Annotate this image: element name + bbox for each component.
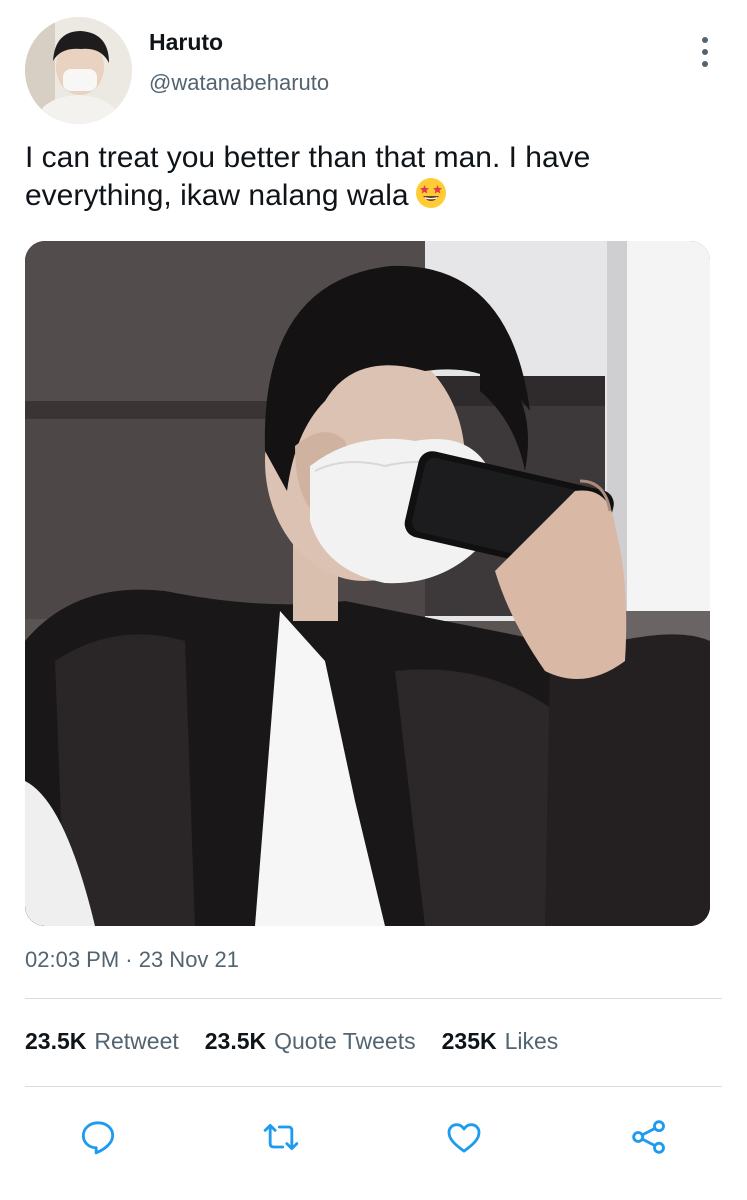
likes-label: Likes [504,1028,559,1054]
username-handle[interactable]: @watanabeharuto [149,70,329,96]
tweet-actions-bar [0,1112,747,1162]
tweet-photo[interactable] [25,241,710,926]
retweet-icon [263,1123,299,1151]
divider [25,998,722,999]
quote-tweets-count: 23.5K [204,1028,267,1054]
tweet-stats: 23.5K Retweet 23.5K Quote Tweets 235K Likes [25,1028,584,1055]
reply-icon [81,1121,115,1155]
reply-button[interactable] [73,1112,123,1162]
retweets-label: Retweet [94,1028,179,1054]
share-button[interactable] [624,1112,674,1162]
avatar[interactable] [25,17,132,124]
retweets-stat[interactable]: 23.5K Retweet [25,1028,179,1055]
likes-stat[interactable]: 235K Likes [442,1028,559,1055]
quote-tweets-label: Quote Tweets [274,1028,416,1054]
divider [25,1086,722,1087]
like-icon [447,1123,481,1153]
share-icon [632,1120,665,1154]
quote-tweets-stat[interactable]: 23.5K Quote Tweets [205,1028,416,1055]
retweets-count: 23.5K [25,1028,87,1054]
like-button[interactable] [439,1112,489,1162]
tweet-header: Haruto @watanabeharuto [25,17,725,127]
star-struck-emoji-icon [415,177,447,219]
tweet-text: I can treat you better than that man. I … [25,139,715,219]
display-name[interactable]: Haruto [149,29,223,56]
more-options-icon[interactable] [693,37,717,67]
tweet-text-content: I can treat you better than that man. I … [25,141,591,212]
retweet-button[interactable] [256,1112,306,1162]
likes-count: 235K [441,1028,497,1054]
tweet-timestamp[interactable]: 02:03 PM · 23 Nov 21 [25,947,239,973]
